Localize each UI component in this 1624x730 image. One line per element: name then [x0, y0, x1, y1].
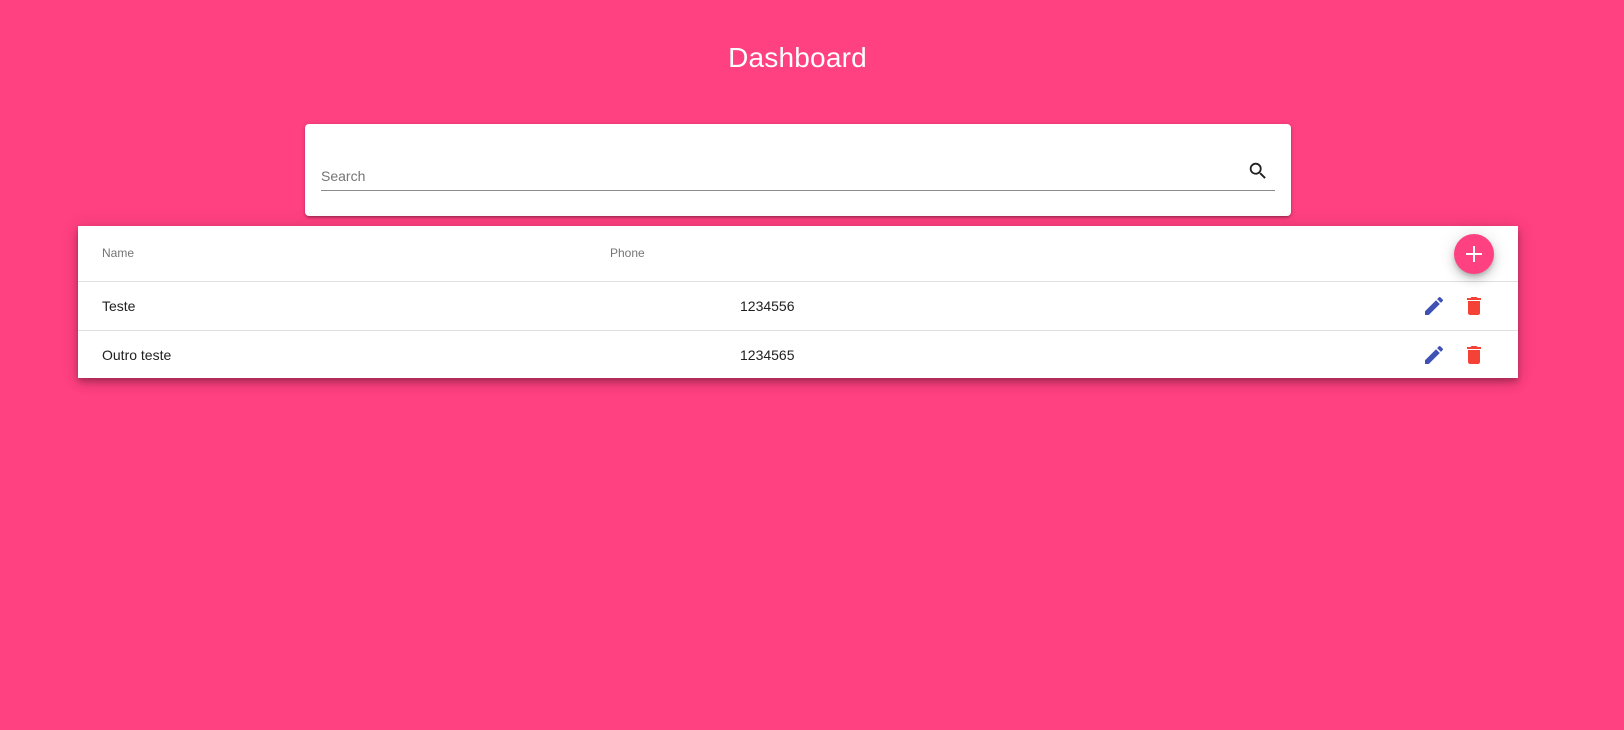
edit-button[interactable]: [1422, 343, 1446, 367]
page-title: Dashboard: [728, 42, 867, 73]
table-row: Outro teste 1234565: [78, 331, 1518, 378]
cell-phone: 1234556: [740, 298, 795, 314]
search-icon[interactable]: [1247, 160, 1269, 182]
table-header: Name Phone: [78, 226, 1518, 282]
column-header-name[interactable]: Name: [102, 246, 134, 260]
cell-name: Teste: [102, 298, 136, 314]
column-header-phone[interactable]: Phone: [610, 246, 645, 260]
table-row: Teste 1234556: [78, 282, 1518, 331]
trash-icon: [1467, 346, 1481, 364]
cell-phone: 1234565: [740, 347, 795, 363]
plus-icon: [1466, 246, 1482, 262]
delete-button[interactable]: [1462, 343, 1486, 367]
add-contact-button[interactable]: [1454, 234, 1494, 274]
cell-name: Outro teste: [102, 347, 172, 363]
delete-button[interactable]: [1462, 294, 1486, 318]
pencil-icon: [1425, 296, 1444, 315]
search-card: [305, 124, 1291, 216]
search-field: [321, 160, 1275, 191]
search-input[interactable]: [321, 165, 1221, 187]
dashboard-page: Dashboard Name Phone Teste 1234556: [0, 0, 1624, 730]
contacts-table: Name Phone Teste 1234556 Outro teste 123…: [78, 226, 1518, 378]
pencil-icon: [1425, 345, 1444, 364]
edit-button[interactable]: [1422, 294, 1446, 318]
trash-icon: [1467, 297, 1481, 315]
